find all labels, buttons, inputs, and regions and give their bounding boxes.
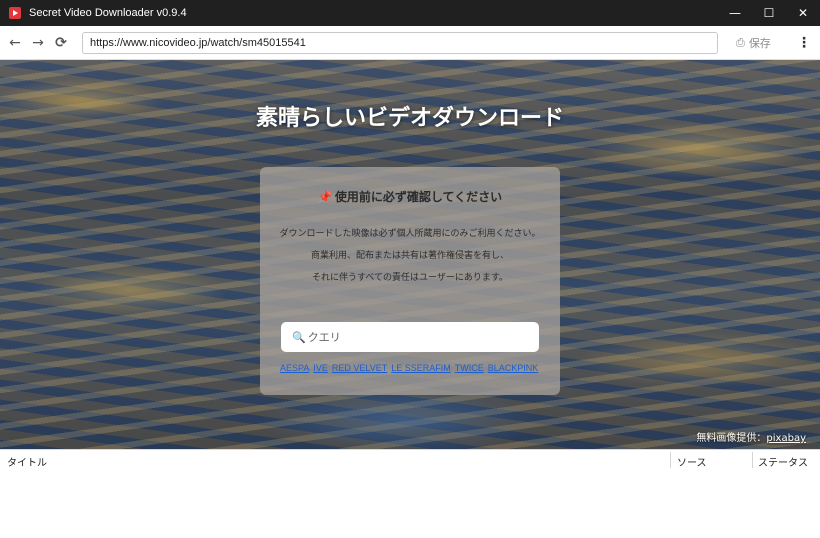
save-button[interactable]: ⎙ 保存 [736, 35, 771, 51]
window-title: Secret Video Downloader v0.9.4 [29, 7, 187, 19]
notice-card: 📌 使用前に必ず確認してください ダウンロードした映像は必ず個人所蔵用にのみご利用… [260, 167, 560, 395]
minimize-button[interactable]: — [718, 0, 752, 26]
notice-line: それに伴うすべての責任はユーザーにあります。 [312, 273, 508, 283]
column-divider[interactable] [670, 452, 671, 468]
search-input[interactable]: 🔍 クエリ [281, 322, 539, 352]
search-icon: 🔍 [292, 330, 306, 344]
quick-link-blackpink[interactable]: BLACKPINK [488, 363, 539, 373]
quick-link-aespa[interactable]: AESPA [280, 363, 309, 373]
download-icon: ⎙ [736, 36, 745, 49]
quick-link-ive[interactable]: IVE [313, 363, 328, 373]
download-table: タイトル ソース ステータス [0, 449, 820, 538]
browser-toolbar: ← → ⟳ https://www.nicovideo.jp/watch/sm4… [0, 26, 820, 60]
column-header-status[interactable]: ステータス [758, 454, 808, 469]
notice-line: 商業利用、配布または共有は著作権侵害を有し、 [310, 251, 509, 261]
save-label: 保存 [748, 37, 771, 50]
column-header-title[interactable]: タイトル [7, 454, 47, 469]
image-credit: 無料画像提供：pixabay [696, 429, 806, 444]
column-divider[interactable] [752, 452, 753, 468]
quick-link-le-sserafim[interactable]: LE SSERAFIM [391, 363, 451, 373]
search-placeholder: クエリ [307, 331, 341, 344]
forward-arrow-icon[interactable]: → [29, 34, 47, 52]
quick-link-red-velvet[interactable]: RED VELVET [332, 363, 387, 373]
quick-link-twice[interactable]: TWICE [455, 363, 484, 373]
window-titlebar: Secret Video Downloader v0.9.4 — ☐ ✕ [0, 0, 820, 26]
reload-icon[interactable]: ⟳ [52, 34, 70, 52]
pushpin-icon: 📌 [317, 190, 333, 204]
notice-title: 📌 使用前に必ず確認してください [260, 188, 560, 205]
table-body [0, 470, 820, 538]
notice-line: ダウンロードした映像は必ず個人所蔵用にのみご利用ください。 [279, 229, 541, 239]
notice-title-text: 使用前に必ず確認してください [334, 190, 503, 204]
url-input[interactable]: https://www.nicovideo.jp/watch/sm4501554… [82, 32, 718, 54]
maximize-button[interactable]: ☐ [752, 0, 786, 26]
close-button[interactable]: ✕ [786, 0, 820, 26]
pixabay-link[interactable]: pixabay [766, 433, 806, 444]
back-arrow-icon[interactable]: ← [6, 34, 24, 52]
credit-text: 無料画像提供： [696, 433, 767, 444]
hero-banner: 素晴らしいビデオダウンロード 📌 使用前に必ず確認してください ダウンロードした映… [0, 60, 820, 449]
quick-links: AESPA IVE RED VELVET LE SSERAFIM TWICE B… [280, 363, 542, 373]
more-menu-icon[interactable]: ⋮ [797, 34, 811, 52]
app-logo-icon [9, 7, 21, 19]
page-title: 素晴らしいビデオダウンロード [255, 106, 564, 131]
column-header-source[interactable]: ソース [677, 454, 707, 469]
window-controls: — ☐ ✕ [718, 0, 820, 26]
